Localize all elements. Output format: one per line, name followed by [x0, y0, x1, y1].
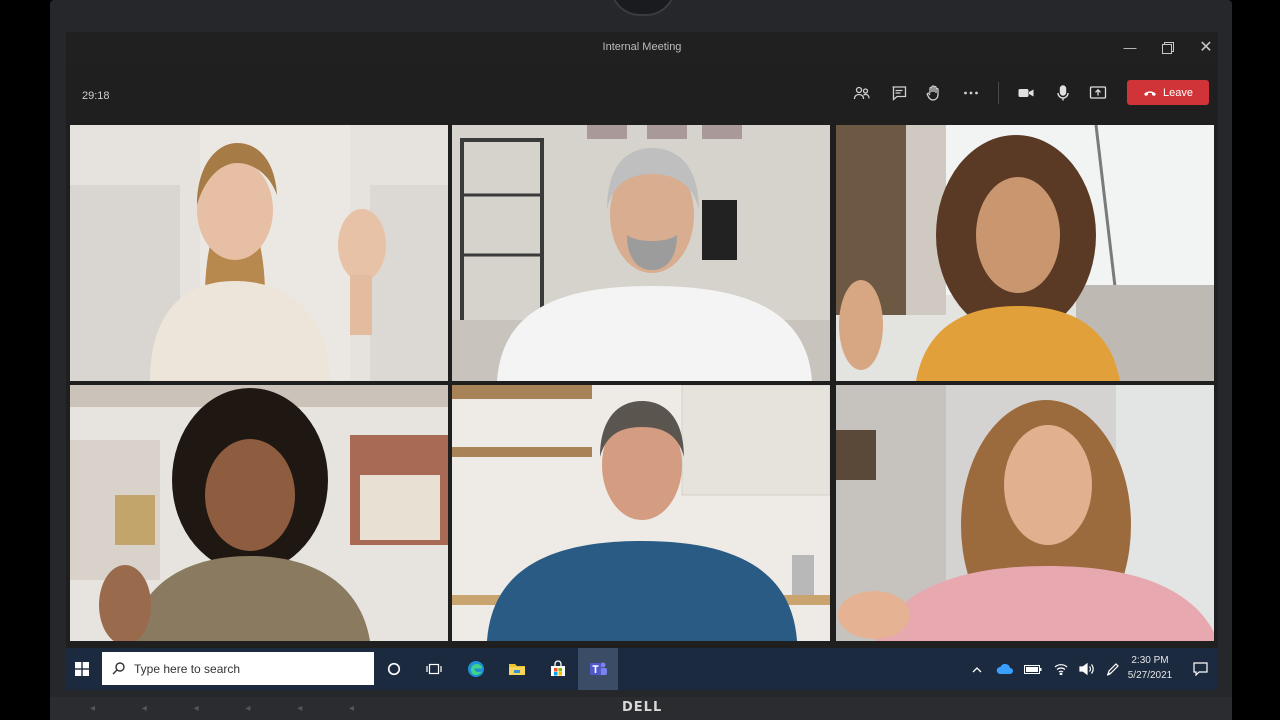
participant-video-3[interactable]	[836, 125, 1214, 381]
search-placeholder: Type here to search	[134, 661, 241, 676]
windows-logo-icon	[75, 662, 89, 676]
pen-workspace-button[interactable]	[1102, 648, 1124, 690]
cortana-icon	[387, 662, 401, 676]
function-key-hints: ◂ ◂ ◂ ◂ ◂ ◂	[90, 703, 377, 714]
screen: Internal Meeting — ✕ 29:18 Leave Type he…	[66, 32, 1218, 690]
speaker-icon	[1079, 663, 1094, 675]
edge-browser-button[interactable]	[462, 648, 490, 690]
search-icon	[112, 662, 125, 675]
minimize-icon: —	[1123, 40, 1137, 55]
onedrive-button[interactable]	[994, 648, 1016, 690]
raise-hand-icon	[926, 85, 939, 101]
participant-video-4[interactable]	[70, 385, 448, 641]
teams-icon	[590, 662, 607, 675]
more-icon	[964, 91, 978, 95]
maximize-button[interactable]	[1156, 36, 1180, 60]
toolbar-divider	[998, 82, 999, 104]
participant-video-1[interactable]	[70, 125, 448, 381]
camera-icon	[1018, 89, 1034, 97]
show-hidden-icons-button[interactable]	[968, 648, 986, 690]
cloud-icon	[996, 663, 1013, 674]
pen-icon	[1106, 663, 1119, 676]
battery-icon	[1024, 664, 1042, 674]
close-icon: ✕	[1199, 39, 1213, 56]
edge-icon	[468, 661, 484, 677]
task-view-button[interactable]	[420, 648, 448, 690]
participants-button[interactable]	[850, 81, 874, 105]
store-button[interactable]	[544, 648, 572, 690]
start-button[interactable]	[66, 648, 98, 690]
camera-button[interactable]	[1014, 81, 1038, 105]
mic-icon	[1057, 85, 1069, 101]
microphone-button[interactable]	[1051, 81, 1075, 105]
meeting-timer: 29:18	[82, 90, 110, 102]
chevron-up-icon	[972, 666, 982, 672]
people-icon	[853, 86, 870, 100]
notification-icon	[1192, 662, 1208, 676]
video-grid	[70, 125, 1214, 641]
teams-taskbar-button[interactable]	[578, 648, 618, 690]
battery-button[interactable]	[1022, 648, 1044, 690]
folder-icon	[509, 664, 525, 675]
chat-icon	[892, 86, 907, 101]
share-screen-button[interactable]	[1086, 81, 1110, 105]
phone-hangup-icon	[1144, 90, 1156, 96]
brand-logo: DELL	[622, 700, 663, 715]
close-button[interactable]: ✕	[1194, 36, 1218, 60]
leave-label: Leave	[1163, 86, 1193, 99]
share-icon	[1089, 86, 1107, 99]
meeting-toolbar	[66, 64, 1218, 120]
window-title: Internal Meeting	[602, 41, 682, 53]
participant-video-5[interactable]	[452, 385, 830, 641]
network-button[interactable]	[1050, 648, 1072, 690]
participant-video-6[interactable]	[836, 385, 1214, 641]
task-view-icon	[426, 663, 442, 675]
leave-button[interactable]: Leave	[1127, 80, 1209, 105]
action-center-button[interactable]	[1188, 648, 1212, 690]
restore-icon	[1162, 42, 1174, 54]
raise-hand-button[interactable]	[922, 81, 946, 105]
participant-video-2[interactable]	[452, 125, 830, 381]
wifi-icon	[1054, 664, 1068, 675]
taskbar-search-box[interactable]: Type here to search	[102, 652, 374, 685]
system-clock[interactable]: 2:30 PM 5/27/2021	[1126, 653, 1174, 683]
volume-button[interactable]	[1076, 648, 1098, 690]
chat-button[interactable]	[887, 81, 911, 105]
file-explorer-button[interactable]	[503, 648, 531, 690]
windows-taskbar: Type here to search 2:30 PM 5/27/2021	[66, 648, 1218, 690]
cortana-button[interactable]	[380, 648, 408, 690]
clock-time: 2:30 PM	[1131, 655, 1169, 666]
clock-date: 5/27/2021	[1127, 670, 1173, 681]
minimize-button[interactable]: —	[1118, 36, 1142, 60]
window-titlebar: Internal Meeting — ✕	[66, 32, 1218, 64]
store-bag-icon	[551, 660, 565, 676]
more-actions-button[interactable]	[959, 81, 983, 105]
